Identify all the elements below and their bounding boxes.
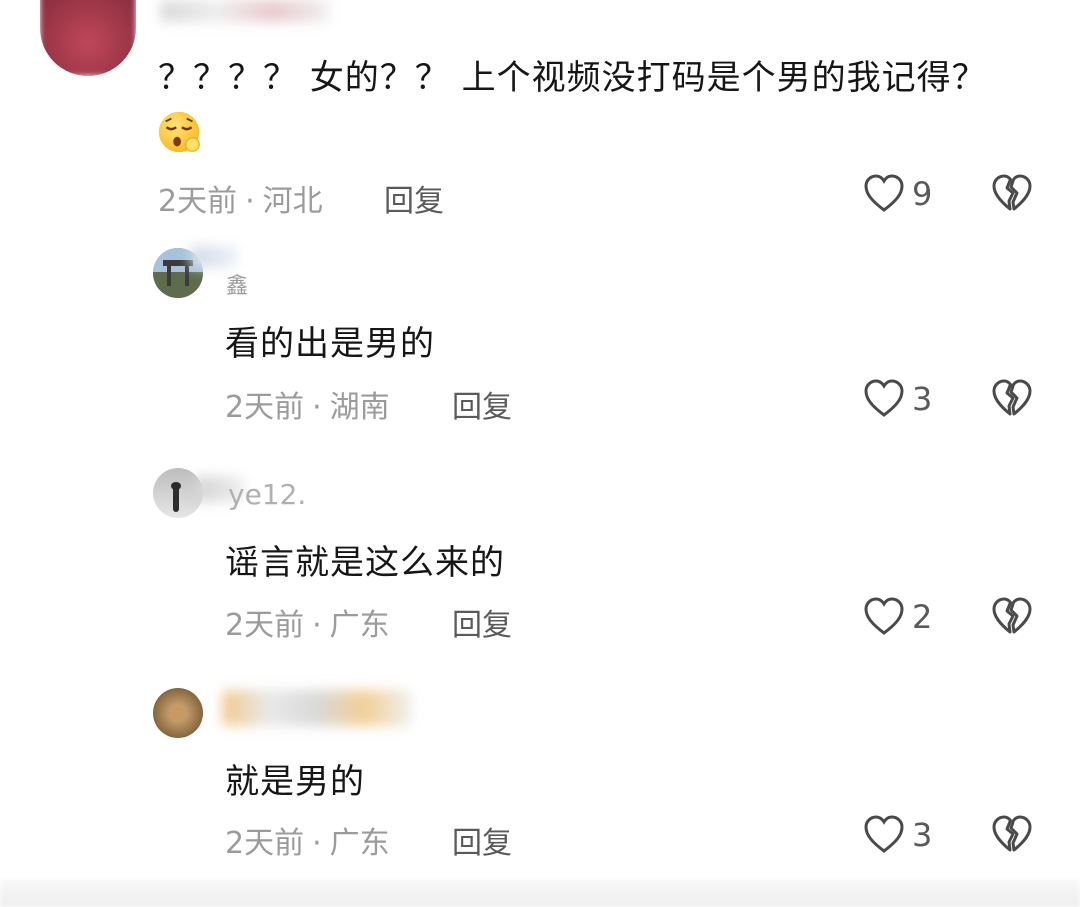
dislike-button[interactable] bbox=[990, 595, 1034, 639]
comment-meta: 2天前 · 广东 bbox=[225, 600, 390, 644]
username-blurred bbox=[190, 246, 238, 268]
comment-meta: 2天前 · 河北 bbox=[158, 176, 323, 220]
comment-time: 2天前 bbox=[158, 184, 238, 219]
comment-meta: 2天前 · 湖南 bbox=[225, 382, 390, 426]
username-blurred[interactable] bbox=[160, 0, 330, 22]
dislike-button[interactable] bbox=[990, 377, 1034, 421]
like-button[interactable]: 2 bbox=[862, 595, 942, 639]
username-blurred bbox=[222, 690, 412, 726]
separator: · bbox=[312, 390, 322, 425]
like-button[interactable]: 9 bbox=[862, 172, 942, 216]
reply-button[interactable]: 回复 bbox=[452, 818, 512, 862]
avatar[interactable] bbox=[40, 0, 136, 76]
broken-heart-icon bbox=[992, 597, 1032, 634]
comment-text: 谣言就是这么来的 bbox=[225, 543, 505, 583]
reply-button[interactable]: 回复 bbox=[452, 382, 512, 426]
broken-heart-icon bbox=[992, 815, 1032, 852]
avatar[interactable] bbox=[153, 688, 203, 738]
heart-outline-icon bbox=[864, 597, 904, 635]
comment-location: 湖南 bbox=[329, 390, 390, 425]
broken-heart-icon bbox=[992, 174, 1032, 211]
username[interactable]: ye12. bbox=[228, 478, 306, 511]
heart-outline-icon bbox=[864, 174, 904, 212]
like-count: 3 bbox=[912, 380, 933, 418]
sleepy-face-emoji-icon bbox=[158, 111, 200, 153]
like-count: 2 bbox=[912, 598, 933, 636]
comment-meta: 2天前 · 广东 bbox=[225, 818, 390, 862]
separator: · bbox=[312, 608, 322, 643]
reply-button[interactable]: 回复 bbox=[452, 600, 512, 644]
like-count: 3 bbox=[912, 816, 933, 854]
like-button[interactable]: 3 bbox=[862, 813, 942, 857]
heart-outline-icon bbox=[864, 379, 904, 417]
comment-time: 2天前 bbox=[225, 826, 305, 861]
reply-button[interactable]: 回复 bbox=[384, 176, 444, 220]
heart-outline-icon bbox=[864, 815, 904, 853]
comment-text: 就是男的 bbox=[225, 762, 365, 802]
like-count: 9 bbox=[912, 175, 933, 213]
dislike-button[interactable] bbox=[990, 813, 1034, 857]
comment-location: 广东 bbox=[329, 826, 390, 861]
comment-text: 看的出是男的 bbox=[225, 324, 435, 364]
dislike-button[interactable] bbox=[990, 172, 1034, 216]
comment-text: ？？？？ 女的？？ 上个视频没打码是个男的我记得？ bbox=[158, 58, 987, 98]
separator: · bbox=[245, 184, 255, 219]
comment-location: 广东 bbox=[329, 608, 390, 643]
broken-heart-icon bbox=[992, 379, 1032, 416]
bottom-fade bbox=[0, 880, 1080, 907]
comment-time: 2天前 bbox=[225, 608, 305, 643]
username[interactable]: 鑫 bbox=[226, 268, 248, 300]
separator: · bbox=[312, 826, 322, 861]
comment-time: 2天前 bbox=[225, 390, 305, 425]
comment-location: 河北 bbox=[262, 184, 323, 219]
like-button[interactable]: 3 bbox=[862, 377, 942, 421]
